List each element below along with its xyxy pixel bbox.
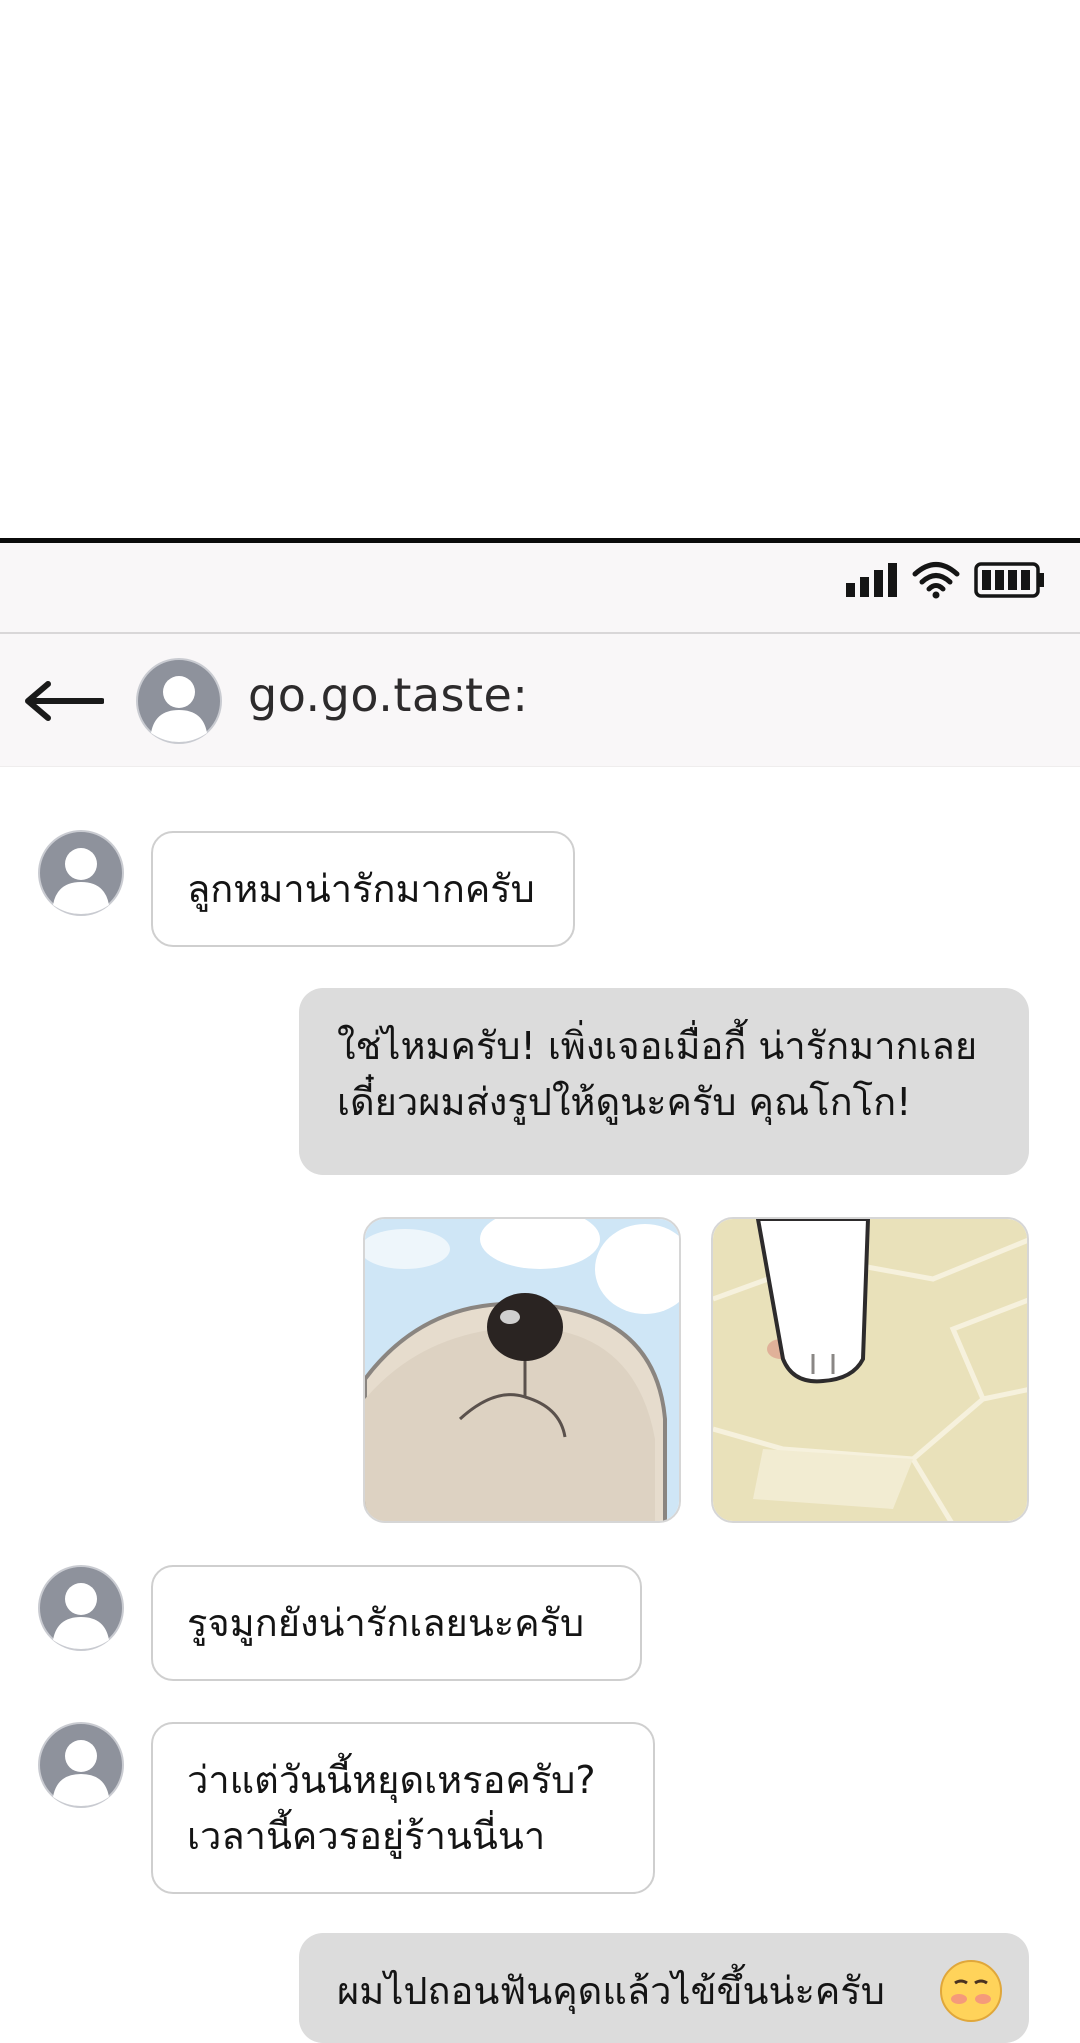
signal-icon — [846, 563, 897, 597]
hot-face-emoji — [940, 1960, 1002, 2022]
message-text: เวลานี้ควรอยู่ร้านนี่นา — [187, 1814, 546, 1858]
message-text: รูจมูกยังน่ารักเลยนะครับ — [187, 1601, 585, 1645]
message-text: ผมไปถอนฟันคุดแล้วไข้ขึ้นน่ะครับ — [337, 1969, 885, 2013]
user-silhouette-icon — [136, 658, 222, 744]
incoming-message-bubble[interactable]: ว่าแต่วันนี้หยุดเหรอครับ? เวลานี้ควรอยู่… — [151, 1722, 655, 1894]
sender-avatar[interactable] — [38, 1565, 124, 1651]
back-button[interactable] — [22, 676, 105, 726]
message-text: ว่าแต่วันนี้หยุดเหรอครับ? — [187, 1758, 596, 1802]
outgoing-message-bubble[interactable]: ใช่ไหมครับ! เพิ่งเจอเมื่อกี้ น่ารักมากเล… — [299, 988, 1029, 1175]
contact-avatar[interactable] — [136, 658, 222, 744]
message-text: ลูกหมาน่ารักมากครับ — [187, 867, 535, 911]
message-text: เดี๋ยวผมส่งรูปให้ดูนะครับ คุณโกโก! — [337, 1080, 912, 1124]
wifi-icon — [912, 562, 960, 599]
puppy-nose-photo[interactable] — [363, 1217, 681, 1523]
outgoing-message-bubble[interactable]: ผมไปถอนฟันคุดแล้วไข้ขึ้นน่ะครับ — [299, 1933, 1029, 2043]
battery-icon — [974, 562, 1044, 598]
incoming-message-bubble[interactable]: ลูกหมาน่ารักมากครับ — [151, 831, 575, 947]
status-bar — [0, 543, 1080, 634]
message-text: ใช่ไหมครับ! เพิ่งเจอเมื่อกี้ น่ารักมากเล… — [337, 1024, 978, 1068]
back-arrow-icon — [25, 681, 105, 721]
blank-top-area — [0, 0, 1080, 538]
incoming-message-bubble[interactable]: รูจมูกยังน่ารักเลยนะครับ — [151, 1565, 642, 1681]
status-icons — [846, 561, 1046, 599]
contact-name[interactable]: go.go.taste: — [248, 668, 528, 722]
sender-avatar[interactable] — [38, 1722, 124, 1808]
chat-header: go.go.taste: — [0, 634, 1080, 767]
sender-avatar[interactable] — [38, 830, 124, 916]
puppy-paw-photo[interactable] — [711, 1217, 1029, 1523]
